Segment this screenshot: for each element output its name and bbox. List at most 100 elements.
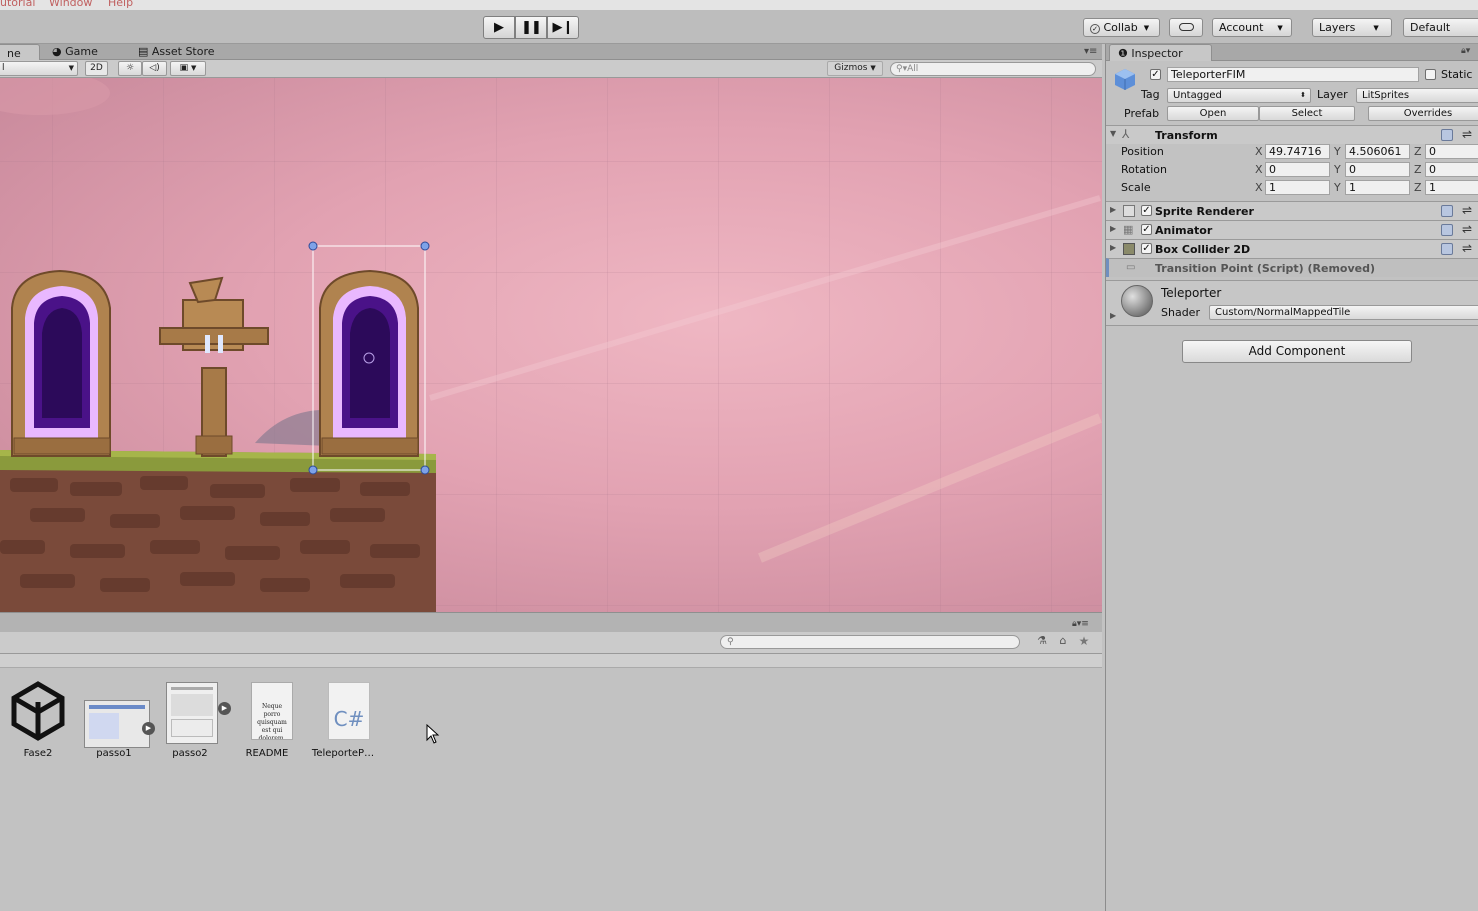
layout-label: Default — [1410, 21, 1451, 34]
lighting-toggle[interactable]: ☼ — [118, 61, 142, 76]
csharp-glyph: C# — [328, 682, 370, 740]
component-header-box-collider-2d[interactable]: ▶ ✓ Box Collider 2D ⇌ — [1106, 239, 1478, 258]
prefab-label: Prefab — [1124, 107, 1160, 120]
settings-sliders-icon[interactable]: ⇌ — [1462, 203, 1472, 217]
static-checkbox[interactable] — [1425, 69, 1436, 80]
rotation-x-field[interactable]: 0 — [1265, 162, 1330, 177]
component-header-removed[interactable]: ▭ Transition Point (Script) (Removed) — [1106, 258, 1478, 277]
component-header-sprite-renderer[interactable]: ▶ ✓ Sprite Renderer ⇌ — [1106, 201, 1478, 220]
layers-dropdown[interactable]: Layers ▼ — [1312, 18, 1392, 37]
prefab-select-button[interactable]: Select — [1259, 106, 1355, 121]
filter-type-icon[interactable]: ⚗ — [1032, 634, 1052, 650]
asset-item[interactable]: ▶ passo1 — [79, 680, 155, 759]
star-icon[interactable]: ★ — [1074, 634, 1094, 650]
asset-item[interactable]: Fase2 — [3, 680, 73, 759]
active-checkbox[interactable]: ✓ — [1150, 69, 1161, 80]
menu-tutorial[interactable]: utorial — [0, 0, 35, 9]
asset-item[interactable]: Neque porro quisquam est qui dolorem. RE… — [232, 680, 302, 759]
resize-handle[interactable] — [308, 241, 318, 251]
foldout-open-icon[interactable]: ▼ — [1110, 129, 1116, 138]
tag-icon[interactable]: ⌂ — [1053, 634, 1073, 650]
scale-y-field[interactable]: 1 — [1345, 180, 1410, 195]
foldout-closed-icon[interactable]: ▶ — [1110, 243, 1116, 252]
chevron-down-icon: ▼ — [870, 64, 876, 72]
component-enabled-checkbox[interactable]: ✓ — [1141, 205, 1152, 216]
project-search-input[interactable]: ⚲ — [720, 635, 1020, 649]
menu-window[interactable]: Window — [49, 0, 92, 9]
tab-asset-store[interactable]: ▤ Asset Store — [128, 43, 225, 60]
effects-dropdown[interactable]: ▣ ▼ — [170, 61, 206, 76]
account-dropdown[interactable]: Account ▼ — [1212, 18, 1292, 37]
rotation-z-field[interactable]: 0 — [1425, 162, 1478, 177]
cloud-button[interactable] — [1169, 18, 1203, 37]
settings-sliders-icon[interactable]: ⇌ — [1462, 241, 1472, 255]
account-label: Account — [1219, 21, 1264, 34]
shading-mode-dropdown[interactable]: l ▼ — [0, 61, 78, 76]
resize-handle[interactable] — [420, 465, 430, 475]
static-label: Static — [1441, 68, 1473, 81]
chevron-down-icon: ▼ — [68, 64, 74, 72]
help-book-icon[interactable] — [1441, 224, 1453, 236]
shader-dropdown[interactable]: Custom/NormalMappedTile — [1209, 305, 1478, 320]
foldout-closed-icon[interactable]: ▶ — [1110, 224, 1116, 233]
tab-scene[interactable]: ne — [0, 44, 40, 61]
collab-dropdown[interactable]: ✓ Collab ▼ — [1083, 18, 1160, 37]
resize-handle[interactable] — [308, 465, 318, 475]
asset-item[interactable]: ▶ passo2 — [155, 680, 231, 759]
overrides-label: Overrides — [1403, 108, 1453, 119]
menu-help[interactable]: Help — [108, 0, 133, 9]
resize-handle[interactable] — [420, 241, 430, 251]
play-icon: ▶ — [494, 20, 504, 35]
scale-z-field[interactable]: 1 — [1425, 180, 1478, 195]
lock-icon[interactable]: 🔒︎▾ — [1461, 46, 1470, 56]
component-enabled-checkbox[interactable]: ✓ — [1141, 243, 1152, 254]
scene-search-input[interactable]: ⚲▾All — [890, 62, 1096, 76]
scale-x-field[interactable]: 1 — [1265, 180, 1330, 195]
tag-dropdown[interactable]: Untagged ⬍ — [1167, 88, 1311, 103]
scene-tab-bar: ne ◕ Game ▤ Asset Store ▾≡ — [0, 43, 1102, 61]
transform-header[interactable]: ▼ ⅄ Transform ⇌ — [1106, 125, 1478, 144]
lock-icon[interactable]: 🔒︎▾≡ — [1072, 619, 1089, 629]
prefab-overrides-dropdown[interactable]: Overrides — [1368, 106, 1478, 121]
readme-preview: Neque porro quisquam est qui dolorem. — [251, 682, 293, 740]
settings-sliders-icon[interactable]: ⇌ — [1462, 222, 1472, 236]
position-y-field[interactable]: 4.506061 — [1345, 144, 1410, 159]
foldout-closed-icon[interactable]: ▶ — [1110, 205, 1116, 214]
axis-y-label: Y — [1334, 181, 1341, 194]
axis-y-label: Y — [1334, 145, 1341, 158]
object-name-field[interactable]: TeleporterFIM — [1167, 67, 1419, 82]
cloud — [0, 78, 110, 115]
add-component-button[interactable]: Add Component — [1182, 340, 1412, 363]
gizmos-dropdown[interactable]: Gizmos ▼ — [827, 61, 883, 76]
play-button[interactable]: ▶ — [483, 16, 515, 39]
help-book-icon[interactable] — [1441, 243, 1453, 255]
component-title: Sprite Renderer — [1155, 205, 1254, 218]
position-z-field[interactable]: 0 — [1425, 144, 1478, 159]
help-book-icon[interactable] — [1441, 129, 1453, 141]
settings-sliders-icon[interactable]: ⇌ — [1462, 127, 1472, 141]
layer-dropdown[interactable]: LitSprites — [1356, 88, 1478, 103]
component-header-animator[interactable]: ▶ ▦ ✓ Animator ⇌ — [1106, 220, 1478, 239]
panel-menu-icon[interactable]: ▾≡ — [1084, 46, 1097, 57]
component-title: Box Collider 2D — [1155, 243, 1251, 256]
axis-z-label: Z — [1414, 181, 1422, 194]
tag-label: Tag — [1141, 88, 1160, 101]
pause-button[interactable]: ❚❚ — [515, 16, 547, 39]
rotation-y-field[interactable]: 0 — [1345, 162, 1410, 177]
asset-item[interactable]: C# TeleporteP… — [308, 680, 378, 759]
tab-game[interactable]: ◕ Game — [42, 43, 108, 60]
step-button[interactable]: ▶❙ — [547, 16, 579, 39]
scene-view[interactable] — [0, 78, 1102, 612]
transform-icon: ⅄ — [1122, 127, 1130, 141]
material-name: Teleporter — [1161, 286, 1222, 300]
position-x-field[interactable]: 49.74716 — [1265, 144, 1330, 159]
layout-dropdown[interactable]: Default — [1403, 18, 1478, 37]
component-enabled-checkbox[interactable]: ✓ — [1141, 224, 1152, 235]
audio-toggle[interactable]: ◁) — [142, 61, 167, 76]
tab-inspector[interactable]: ❶ Inspector — [1109, 44, 1212, 61]
help-book-icon[interactable] — [1441, 205, 1453, 217]
toggle-2d-button[interactable]: 2D — [85, 61, 108, 76]
foldout-closed-icon[interactable]: ▶ — [1110, 311, 1116, 320]
prefab-open-button[interactable]: Open — [1167, 106, 1259, 121]
image-icon: ▣ — [179, 63, 189, 73]
